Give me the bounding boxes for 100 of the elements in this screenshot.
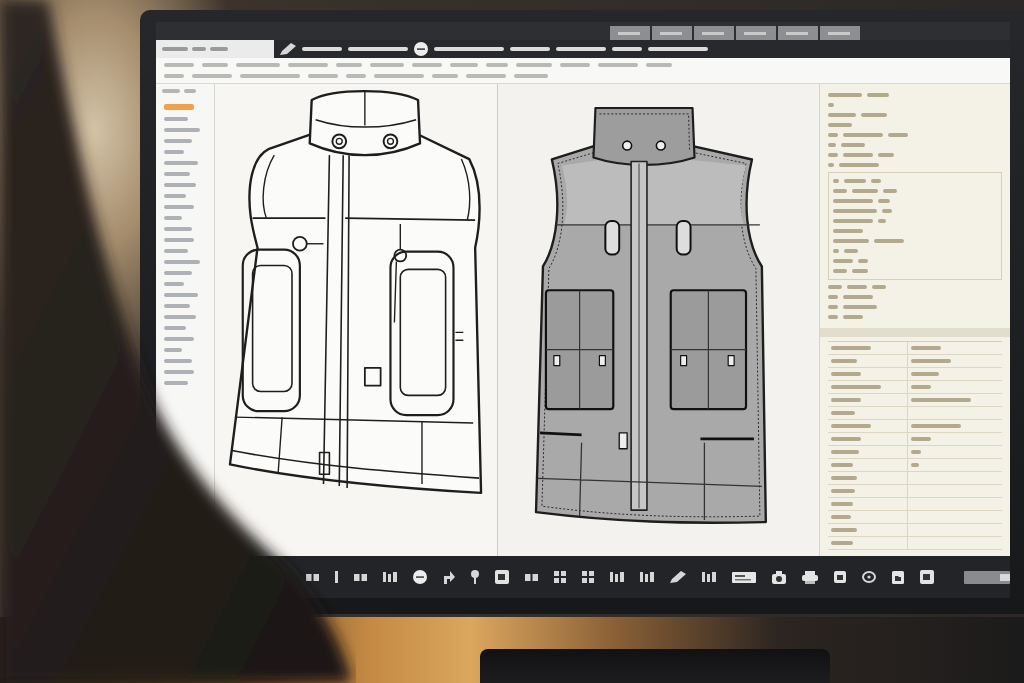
blurred-text bbox=[466, 74, 506, 78]
blurred-text bbox=[514, 74, 548, 78]
tab[interactable] bbox=[736, 26, 776, 40]
blurred-text bbox=[833, 229, 863, 233]
columns-icon[interactable] bbox=[702, 572, 716, 582]
blurred-text bbox=[648, 47, 708, 51]
blurred-text bbox=[828, 113, 856, 117]
sidebar-item[interactable] bbox=[164, 315, 196, 319]
sidebar-item[interactable] bbox=[164, 337, 194, 341]
status-field[interactable] bbox=[964, 570, 1010, 584]
blurred-text bbox=[858, 259, 868, 263]
sidebar-item[interactable] bbox=[164, 370, 194, 374]
sidebar-item[interactable] bbox=[164, 227, 192, 231]
tab[interactable] bbox=[610, 26, 650, 40]
blurred-text bbox=[831, 424, 871, 428]
blurred-text bbox=[883, 189, 897, 193]
squares-icon[interactable] bbox=[306, 573, 319, 581]
blurred-text bbox=[833, 209, 877, 213]
blurred-text bbox=[833, 199, 873, 203]
sidebar-item[interactable] bbox=[164, 348, 182, 352]
arrow-icon[interactable] bbox=[443, 570, 455, 584]
blurred-text bbox=[878, 153, 894, 157]
blurred-text bbox=[162, 89, 180, 93]
sidebar-item[interactable] bbox=[164, 205, 194, 209]
sidebar-item[interactable] bbox=[164, 359, 192, 363]
blurred-text bbox=[240, 74, 300, 78]
blurred-text bbox=[308, 74, 338, 78]
sidebar-item[interactable] bbox=[164, 172, 190, 176]
blurred-text bbox=[192, 74, 232, 78]
blurred-text bbox=[871, 179, 881, 183]
sidebar-item[interactable] bbox=[164, 381, 188, 385]
blurred-text bbox=[839, 163, 879, 167]
blurred-text bbox=[831, 450, 859, 454]
blurred-text bbox=[833, 239, 869, 243]
sidebar-item[interactable] bbox=[164, 293, 198, 297]
blurred-text bbox=[450, 63, 478, 67]
sidebar-item[interactable] bbox=[164, 249, 188, 253]
blurred-text bbox=[432, 74, 458, 78]
grid-icon[interactable] bbox=[554, 571, 566, 583]
squares-icon[interactable] bbox=[525, 573, 538, 581]
blurred-text bbox=[192, 47, 206, 51]
sidebar-item[interactable] bbox=[164, 194, 186, 198]
tab[interactable] bbox=[694, 26, 734, 40]
path-field[interactable] bbox=[156, 40, 274, 58]
sidebar-item[interactable] bbox=[164, 139, 192, 143]
grid-icon[interactable] bbox=[582, 571, 594, 583]
tab[interactable] bbox=[778, 26, 818, 40]
folder-icon[interactable] bbox=[892, 570, 904, 584]
blurred-text bbox=[831, 528, 857, 532]
panel-icon[interactable] bbox=[732, 571, 756, 583]
bar-icon[interactable] bbox=[335, 571, 338, 583]
blurred-text bbox=[510, 47, 550, 51]
blurred-text bbox=[162, 47, 188, 51]
blurred-text bbox=[861, 113, 887, 117]
circle-icon[interactable] bbox=[413, 570, 427, 584]
sidebar-item[interactable] bbox=[164, 271, 192, 275]
blurred-text bbox=[878, 199, 890, 203]
blurred-text bbox=[202, 63, 228, 67]
pin-icon[interactable] bbox=[471, 570, 479, 584]
blurred-text bbox=[486, 63, 508, 67]
sidebar-item[interactable] bbox=[164, 128, 200, 132]
blurred-text bbox=[831, 346, 871, 350]
sidebar-item[interactable] bbox=[164, 150, 184, 154]
blurred-text bbox=[236, 63, 280, 67]
blurred-text bbox=[843, 153, 873, 157]
sidebar-item[interactable] bbox=[164, 326, 186, 330]
sidebar-item[interactable] bbox=[164, 161, 198, 165]
ring-icon[interactable] bbox=[862, 571, 876, 583]
sidebar-item[interactable] bbox=[164, 260, 200, 264]
blurred-text bbox=[847, 285, 867, 289]
sidebar-item[interactable] bbox=[164, 282, 184, 286]
sidebar-item[interactable] bbox=[164, 238, 194, 242]
sidebar-item[interactable] bbox=[164, 216, 182, 220]
columns-icon[interactable] bbox=[383, 572, 397, 582]
blurred-text bbox=[852, 269, 868, 273]
pen-icon[interactable] bbox=[670, 571, 686, 583]
frame-icon[interactable] bbox=[834, 571, 846, 583]
printer-icon[interactable] bbox=[802, 570, 818, 584]
columns-icon[interactable] bbox=[640, 572, 654, 582]
tab[interactable] bbox=[820, 26, 860, 40]
circle-icon[interactable] bbox=[414, 42, 428, 56]
sidebar-item[interactable] bbox=[164, 104, 194, 110]
sidebar-item[interactable] bbox=[164, 304, 190, 308]
blurred-text bbox=[867, 93, 889, 97]
tab[interactable] bbox=[652, 26, 692, 40]
blurred-text bbox=[336, 63, 362, 67]
blurred-text bbox=[370, 63, 404, 67]
columns-icon[interactable] bbox=[610, 572, 624, 582]
document-icon[interactable] bbox=[495, 570, 509, 584]
blurred-text bbox=[831, 463, 853, 467]
blurred-text bbox=[828, 103, 834, 107]
blurred-text bbox=[346, 74, 366, 78]
document-icon[interactable] bbox=[920, 570, 934, 584]
squares-icon[interactable] bbox=[354, 573, 367, 581]
sidebar-item[interactable] bbox=[164, 117, 188, 121]
blurred-text bbox=[516, 63, 552, 67]
blurred-text bbox=[831, 541, 853, 545]
sidebar-item[interactable] bbox=[164, 183, 196, 187]
pen-icon[interactable] bbox=[280, 43, 296, 55]
camera-icon[interactable] bbox=[772, 570, 786, 584]
